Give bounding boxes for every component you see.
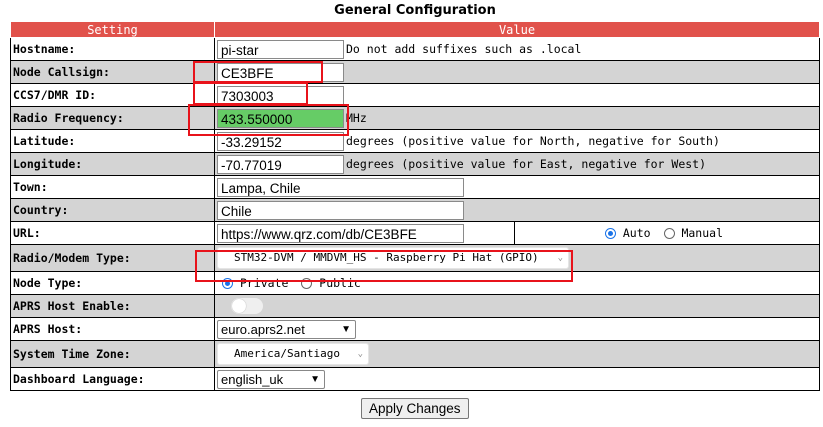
- hostname-input[interactable]: pi-star: [217, 39, 344, 59]
- dmr-id-label: CCS7/DMR ID:: [10, 83, 215, 107]
- row-url: URL: https://www.qrz.com/db/CE3BFE Auto …: [10, 221, 820, 245]
- url-auto-label: Auto: [622, 226, 651, 241]
- chevron-down-icon: ▼: [310, 373, 320, 385]
- row-timezone: System Time Zone: America/Santiago ⌄: [10, 340, 820, 368]
- frequency-input[interactable]: 433.550000: [217, 108, 344, 128]
- table-header: Setting Value: [10, 21, 820, 38]
- url-auto-radio[interactable]: [604, 227, 616, 239]
- url-manual-label: Manual: [681, 226, 723, 241]
- chevron-down-icon: ▼: [341, 323, 351, 335]
- aprs-host-select-value: euro.aprs2.net: [221, 321, 305, 337]
- url-manual-radio[interactable]: [663, 227, 675, 239]
- latitude-hint: degrees (positive value for North, negat…: [346, 134, 720, 148]
- url-input[interactable]: https://www.qrz.com/db/CE3BFE: [217, 223, 464, 243]
- apply-changes-button[interactable]: Apply Changes: [361, 398, 469, 419]
- country-label: Country:: [10, 198, 215, 222]
- latitude-label: Latitude:: [10, 129, 215, 153]
- modem-label: Radio/Modem Type:: [10, 244, 215, 272]
- aprs-enable-toggle[interactable]: [231, 298, 263, 314]
- row-aprs-host: APRS Host: euro.aprs2.net ▼: [10, 317, 820, 341]
- hostname-label: Hostname:: [10, 37, 215, 61]
- latitude-input[interactable]: -33.29152: [217, 131, 344, 151]
- row-hostname: Hostname: pi-star Do not add suffixes suc…: [10, 37, 820, 61]
- frequency-label: Radio Frequency:: [10, 106, 215, 130]
- country-input[interactable]: Chile: [217, 200, 464, 220]
- row-country: Country: Chile: [10, 198, 820, 222]
- aprs-host-label: APRS Host:: [10, 317, 215, 341]
- chevron-down-icon: ⌄: [557, 253, 563, 263]
- language-label: Dashboard Language:: [10, 367, 215, 391]
- row-aprs-enable: APRS Host Enable:: [10, 294, 820, 318]
- frequency-unit: MHz: [346, 111, 367, 125]
- longitude-label: Longitude:: [10, 152, 215, 176]
- row-frequency: Radio Frequency: 433.550000 MHz: [10, 106, 820, 130]
- row-modem: Radio/Modem Type: STM32-DVM / MMDVM_HS -…: [10, 244, 820, 272]
- row-longitude: Longitude: -70.77019 degrees (positive va…: [10, 152, 820, 176]
- header-setting: Setting: [10, 21, 215, 38]
- longitude-input[interactable]: -70.77019: [217, 154, 344, 174]
- timezone-select[interactable]: America/Santiago ⌄: [217, 343, 369, 365]
- timezone-label: System Time Zone:: [10, 340, 215, 368]
- url-label: URL:: [10, 221, 215, 245]
- chevron-down-icon: ⌄: [357, 349, 363, 359]
- hostname-hint: Do not add suffixes such as .local: [346, 42, 582, 56]
- aprs-enable-label: APRS Host Enable:: [10, 294, 215, 318]
- timezone-select-value: America/Santiago: [234, 347, 340, 360]
- config-table: Setting Value Hostname: pi-star Do not ad…: [10, 21, 820, 391]
- row-language: Dashboard Language: english_uk ▼: [10, 367, 820, 391]
- town-input[interactable]: Lampa, Chile: [217, 177, 464, 197]
- row-node-type: Node Type: Private Public: [10, 271, 820, 295]
- row-callsign: Node Callsign: CE3BFE: [10, 60, 820, 84]
- node-type-private-label: Private: [239, 276, 289, 291]
- aprs-host-select[interactable]: euro.aprs2.net ▼: [217, 319, 356, 339]
- callsign-input[interactable]: CE3BFE: [217, 62, 344, 82]
- longitude-hint: degrees (positive value for East, negati…: [346, 157, 707, 171]
- row-latitude: Latitude: -33.29152 degrees (positive val…: [10, 129, 820, 153]
- row-town: Town: Lampa, Chile: [10, 175, 820, 199]
- modem-select[interactable]: STM32-DVM / MMDVM_HS - Raspberry Pi Hat …: [217, 247, 569, 269]
- town-label: Town:: [10, 175, 215, 199]
- node-type-public-radio[interactable]: [301, 277, 313, 289]
- modem-select-value: STM32-DVM / MMDVM_HS - Raspberry Pi Hat …: [234, 251, 539, 264]
- row-dmr-id: CCS7/DMR ID: 7303003: [10, 83, 820, 107]
- node-type-label: Node Type:: [10, 271, 215, 295]
- dmr-id-input[interactable]: 7303003: [217, 85, 344, 105]
- language-select[interactable]: english_uk ▼: [217, 369, 325, 389]
- language-select-value: english_uk: [221, 371, 284, 387]
- header-value: Value: [214, 21, 820, 38]
- node-type-public-label: Public: [319, 276, 361, 291]
- callsign-label: Node Callsign:: [10, 60, 215, 84]
- node-type-private-radio[interactable]: [222, 277, 233, 289]
- page-title: General Configuration: [334, 3, 496, 18]
